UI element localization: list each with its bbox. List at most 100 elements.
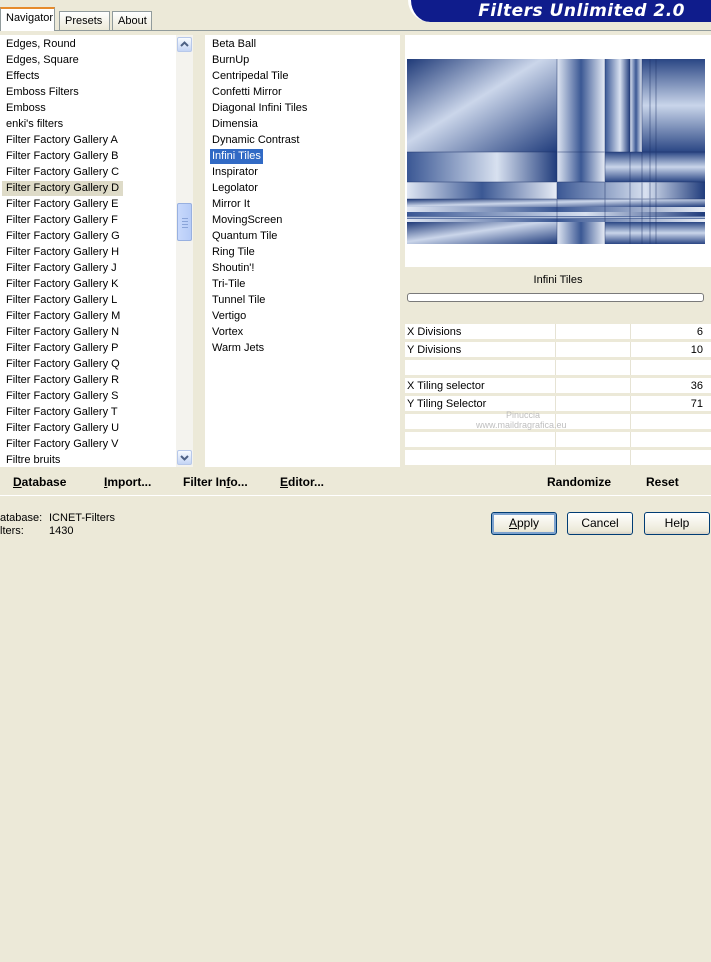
param-slider-tick	[630, 414, 631, 429]
param-slider-tick	[630, 378, 631, 393]
grip-line	[182, 221, 188, 222]
category-item[interactable]: Filter Factory Gallery A	[4, 133, 120, 148]
import-button[interactable]: Import...	[104, 475, 151, 489]
param-row[interactable]: Y Divisions 10	[405, 342, 711, 358]
scroll-up-button[interactable]	[177, 37, 192, 52]
category-scrollbar[interactable]	[176, 35, 193, 467]
category-item[interactable]: Emboss Filters	[4, 85, 81, 100]
category-item[interactable]: Filter Factory Gallery G	[4, 229, 122, 244]
database-button[interactable]: Database	[13, 475, 66, 489]
filter-item[interactable]: BurnUp	[210, 53, 251, 68]
category-item[interactable]: Filter Factory Gallery F	[4, 213, 120, 228]
category-item[interactable]: Filter Factory Gallery J	[4, 261, 119, 276]
filter-item[interactable]: Tri-Tile	[210, 277, 247, 292]
watermark-line: www.maildragrafica.eu	[476, 420, 567, 430]
param-slider-tick	[630, 396, 631, 411]
param-slider-tick	[630, 450, 631, 465]
param-value: 71	[690, 398, 703, 410]
filter-item[interactable]: Infini Tiles	[210, 149, 263, 164]
param-slider-tick	[630, 342, 631, 357]
category-item[interactable]: Filter Factory Gallery M	[4, 309, 122, 324]
category-item[interactable]: Filter Factory Gallery D	[2, 181, 124, 196]
filters-status-label: lters:	[0, 525, 24, 537]
category-item[interactable]: Filter Factory Gallery B	[4, 149, 120, 164]
filter-list[interactable]: Beta Ball BurnUp Centripedal Tile Confetti …	[205, 35, 400, 467]
tab-about[interactable]: About	[112, 11, 152, 30]
filter-item[interactable]: Warm Jets	[210, 341, 266, 356]
cancel-button[interactable]: Cancel	[567, 512, 633, 535]
category-item[interactable]: enki's filters	[4, 117, 65, 132]
apply-button[interactable]: Apply	[491, 512, 557, 535]
param-value: 6	[696, 326, 703, 338]
chevron-down-icon	[180, 455, 189, 461]
category-item[interactable]: Filtre bruits	[4, 453, 62, 468]
category-item[interactable]: Filter Factory Gallery T	[4, 405, 120, 420]
category-item[interactable]: Filter Factory Gallery S	[4, 389, 120, 404]
tab-navigator[interactable]: Navigator	[0, 7, 55, 31]
filter-item[interactable]: Diagonal Infini Tiles	[210, 101, 309, 116]
preview-panel	[405, 35, 711, 267]
filter-item[interactable]: Centripedal Tile	[210, 69, 290, 84]
category-item[interactable]: Filter Factory Gallery U	[4, 421, 121, 436]
param-row[interactable]: X Tiling selector 36	[405, 378, 711, 394]
app-title: Filters Unlimited 2.0	[478, 1, 685, 21]
reset-button[interactable]: Reset	[646, 475, 679, 489]
category-item[interactable]: Emboss	[4, 101, 48, 116]
action-bar-right	[405, 934, 711, 962]
param-label: Y Divisions	[407, 344, 462, 356]
category-item[interactable]: Filter Factory Gallery K	[4, 277, 120, 292]
param-slider-tick	[555, 432, 556, 447]
filter-item[interactable]: Tunnel Tile	[210, 293, 267, 308]
scroll-thumb[interactable]	[177, 203, 192, 241]
category-item[interactable]: Filter Factory Gallery V	[4, 437, 120, 452]
tab-label: Presets	[65, 15, 103, 27]
category-item[interactable]: Filter Factory Gallery Q	[4, 357, 122, 372]
param-row[interactable]: X Divisions 6	[405, 324, 711, 340]
filter-item[interactable]: Dimensia	[210, 117, 260, 132]
category-item[interactable]: Filter Factory Gallery E	[4, 197, 120, 212]
filter-item[interactable]: Confetti Mirror	[210, 85, 284, 100]
param-slider-tick	[555, 396, 556, 411]
param-row[interactable]	[405, 432, 711, 448]
database-status: atabase: ICNET-Filters	[0, 512, 115, 524]
filter-item[interactable]: Dynamic Contrast	[210, 133, 301, 148]
scroll-down-button[interactable]	[177, 450, 192, 465]
category-item[interactable]: Effects	[4, 69, 41, 84]
category-item[interactable]: Edges, Square	[4, 53, 81, 68]
filter-item[interactable]: Inspirator	[210, 165, 260, 180]
filter-info-button[interactable]: Filter Info...	[183, 475, 248, 489]
category-item[interactable]: Filter Factory Gallery H	[4, 245, 121, 260]
watermark-line: Pinuccia	[506, 410, 541, 420]
database-status-value: ICNET-Filters	[49, 512, 115, 524]
category-item[interactable]: Filter Factory Gallery P	[4, 341, 120, 356]
param-row[interactable]	[405, 450, 711, 466]
preview-image	[407, 59, 705, 244]
category-item[interactable]: Filter Factory Gallery C	[4, 165, 121, 180]
param-row[interactable]	[405, 360, 711, 376]
action-bar: Database Import... Filter Info... Editor…	[0, 467, 711, 495]
category-list[interactable]: Edges, Round Edges, Square Effects Emboss F…	[0, 35, 176, 467]
tab-presets[interactable]: Presets	[59, 11, 110, 30]
grip-line	[182, 218, 188, 219]
tab-label: Navigator	[6, 12, 54, 24]
grip-line	[182, 224, 188, 225]
category-item[interactable]: Edges, Round	[4, 37, 78, 52]
randomize-button[interactable]: Randomize	[547, 475, 611, 489]
filter-item[interactable]: MovingScreen	[210, 213, 284, 228]
filter-item[interactable]: Quantum Tile	[210, 229, 279, 244]
filter-item[interactable]: Legolator	[210, 181, 260, 196]
help-button[interactable]: Help	[644, 512, 710, 535]
filter-item[interactable]: Ring Tile	[210, 245, 257, 260]
param-value: 36	[690, 380, 703, 392]
database-status-label: atabase:	[0, 512, 43, 524]
filter-item[interactable]: Vertigo	[210, 309, 248, 324]
filter-item[interactable]: Shoutin'!	[210, 261, 256, 276]
filter-item[interactable]: Mirror It	[210, 197, 252, 212]
category-item[interactable]: Filter Factory Gallery R	[4, 373, 121, 388]
filter-item[interactable]: Vortex	[210, 325, 245, 340]
category-item[interactable]: Filter Factory Gallery L	[4, 293, 119, 308]
category-item[interactable]: Filter Factory Gallery N	[4, 325, 121, 340]
filter-item[interactable]: Beta Ball	[210, 37, 258, 52]
param-slider-tick	[555, 342, 556, 357]
editor-button[interactable]: Editor...	[280, 475, 324, 489]
